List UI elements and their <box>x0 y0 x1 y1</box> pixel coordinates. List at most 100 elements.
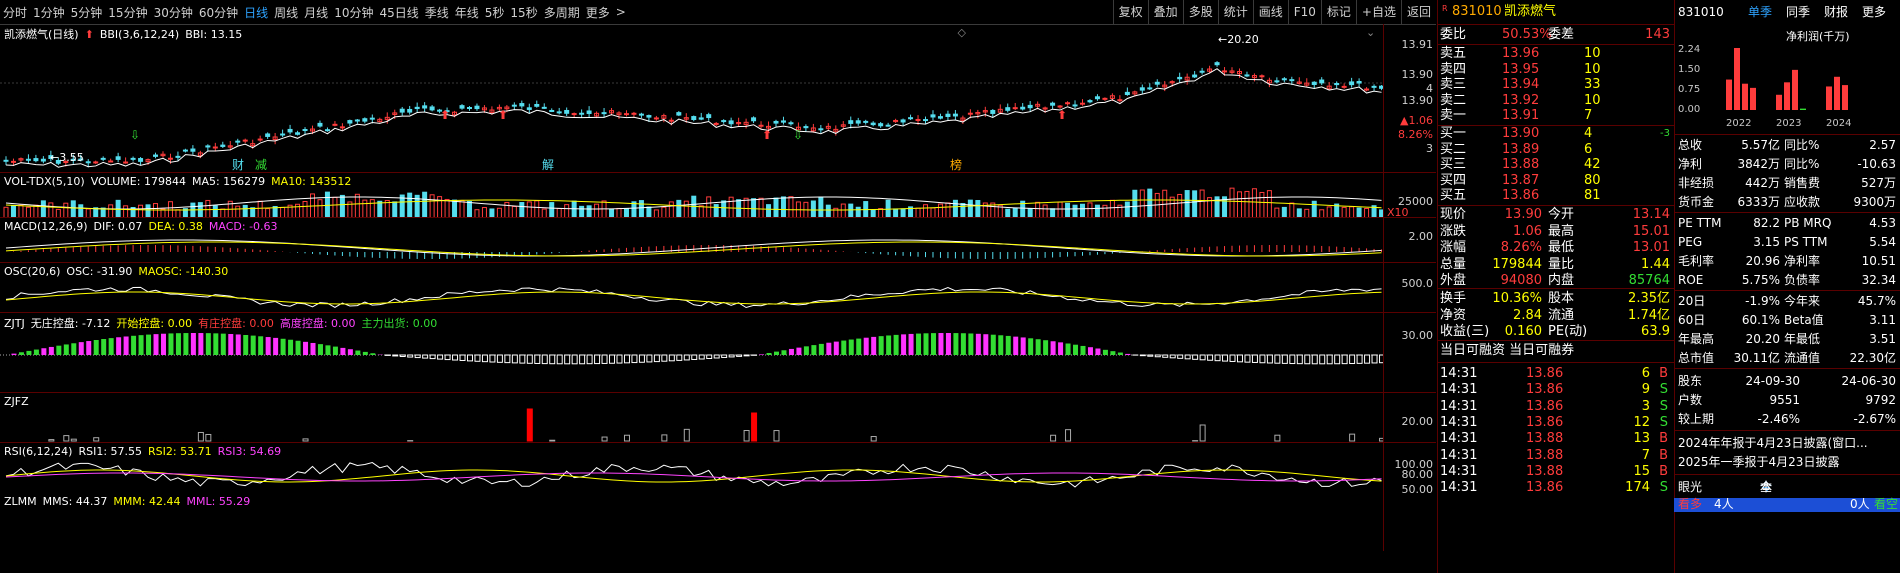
sentiment-row: 看多 4人 0人 看空 <box>1674 496 1900 512</box>
more-arrow-icon[interactable]: > <box>613 5 629 19</box>
timeframe-tab-1[interactable]: 1分钟 <box>30 4 68 21</box>
bid-row-0[interactable]: 买一 13.90 4 -3 <box>1438 126 1674 142</box>
ask-row-4[interactable]: 卖一 13.91 7 <box>1438 108 1674 124</box>
zjtj-bar <box>1080 345 1086 355</box>
timeframe-tab-7[interactable]: 周线 <box>271 4 301 21</box>
price-axis-label-4: ▲1.06 <box>1400 114 1433 127</box>
tool-button-1[interactable]: 叠加 <box>1147 0 1183 24</box>
volume-panel[interactable]: VOL-TDX(5,10) VOLUME: 179844 MA5: 156279 MA… <box>0 172 1436 219</box>
zjtj-g: 高度控盘: 0.00 <box>279 317 356 330</box>
zjtj-bar <box>713 354 720 359</box>
tick-row-3[interactable]: 14:31 13.86 12 S <box>1438 415 1674 431</box>
volume-bar <box>190 202 196 218</box>
timeframe-tab-13[interactable]: 5秒 <box>482 4 508 21</box>
event-tag[interactable]: 财 <box>232 158 244 172</box>
macd-legend: MACD(12,26,9) DIF: 0.07 DEA: 0.38 MACD: -0.… <box>4 220 284 233</box>
tick-row-4[interactable]: 14:31 13.88 13 B <box>1438 431 1674 447</box>
event-tag[interactable]: 减 <box>255 158 267 172</box>
zjtj-bar <box>601 354 608 364</box>
tick-row-7[interactable]: 14:31 13.86 174 S <box>1438 480 1674 496</box>
bid-label: 买五 <box>1440 188 1467 203</box>
ask-row-0[interactable]: 卖五 13.96 10 <box>1438 46 1674 62</box>
fund-axis-label: 1.50 <box>1678 64 1700 75</box>
tool-button-0[interactable]: 复权 <box>1112 0 1148 24</box>
report-note-1[interactable]: 2025年一季报于4月23日披露 <box>1674 453 1900 471</box>
rows2-value-2: 5.54 <box>1869 235 1896 249</box>
timeframe-tab-12[interactable]: 年线 <box>452 4 482 21</box>
tick-row-6[interactable]: 14:31 13.88 15 B <box>1438 464 1674 480</box>
candle <box>1147 87 1153 90</box>
fund-tab-2[interactable]: 财报 <box>1824 3 1848 20</box>
rsi-panel[interactable]: RSI(6,12,24) RSI1: 57.55 RSI2: 53.71 RSI3: … <box>0 442 1436 551</box>
timeframe-tab-10[interactable]: 45日线 <box>376 4 421 21</box>
volume-bar <box>668 201 674 218</box>
timeframe-tab-16[interactable]: 更多 <box>583 4 613 21</box>
zjfz-panel[interactable]: ZJFZ 20.00 <box>0 392 1436 443</box>
zjtj-bar <box>1319 354 1326 365</box>
candlestick-chart[interactable]: ←20.20 ←3.55 ⇩ ⇩ ⬆ ⬆ ⬆ ⬆ 财减 解 榜 <box>0 24 1383 172</box>
report-note-0[interactable]: 2024年年报于4月23日披露(窗口... <box>1674 434 1900 452</box>
zjtj-panel[interactable]: ZJTJ 无庄控盘: -7.12 开始控盘: 0.00 有庄控盘: 0.00 高度控盘:… <box>0 312 1436 393</box>
zjtj-bar <box>63 344 69 355</box>
fund-tab-0[interactable]: 单季 <box>1748 3 1772 20</box>
timeframe-tab-2[interactable]: 5分钟 <box>68 4 106 21</box>
price-chart-panel[interactable]: 凯添燃气(日线) ⬆ BBI(3,6,12,24) BBI: 13.15 ◇ ⌄ ←2… <box>0 24 1436 172</box>
tool-button-5[interactable]: F10 <box>1287 0 1321 24</box>
timeframe-tab-9[interactable]: 10分钟 <box>331 4 376 21</box>
candle <box>459 105 465 109</box>
zjtj-bar <box>781 350 787 355</box>
bid-change: -3 <box>1660 128 1670 139</box>
wb-label: 委比 <box>1440 27 1467 42</box>
candle <box>1311 81 1317 85</box>
zjtj-bar <box>953 333 959 355</box>
event-tag[interactable]: 解 <box>542 158 554 172</box>
tool-button-2[interactable]: 多股 <box>1182 0 1218 24</box>
tool-button-3[interactable]: 统计 <box>1217 0 1253 24</box>
ask-row-2[interactable]: 卖三 13.94 33 <box>1438 77 1674 93</box>
zjtj-bar <box>968 333 974 355</box>
osc-panel[interactable]: OSC(20,6) OSC: -31.90 MAOSC: -140.30 500.0 <box>0 262 1436 313</box>
timeframe-tab-4[interactable]: 30分钟 <box>151 4 196 21</box>
tool-button-6[interactable]: 标记 <box>1320 0 1356 24</box>
timeframe-tab-0[interactable]: 分时 <box>0 4 30 21</box>
stat-value: 94080 <box>1500 273 1542 288</box>
ask-row-3[interactable]: 卖二 13.92 10 <box>1438 93 1674 109</box>
tick-row-1[interactable]: 14:31 13.86 9 S <box>1438 382 1674 398</box>
tick-row-2[interactable]: 14:31 13.86 3 S <box>1438 399 1674 415</box>
bid-row-4[interactable]: 买五 13.86 81 <box>1438 188 1674 204</box>
bid-row-1[interactable]: 买二 13.89 6 <box>1438 142 1674 158</box>
tool-button-4[interactable]: 画线 <box>1252 0 1288 24</box>
candle <box>1050 102 1056 106</box>
zjtj-bar <box>998 335 1004 355</box>
tick-row-5[interactable]: 14:31 13.88 7 B <box>1438 448 1674 464</box>
tick-price: 13.88 <box>1526 447 1564 463</box>
volume-bar <box>444 198 450 218</box>
stat-label-2: 内盘 <box>1548 273 1575 288</box>
zjtj-bar <box>623 354 630 364</box>
profit-bar <box>1826 86 1832 110</box>
timeframe-tab-3[interactable]: 15分钟 <box>105 4 150 21</box>
tick-row-0[interactable]: 14:31 13.86 6 B <box>1438 366 1674 382</box>
fund-tab-1[interactable]: 同季 <box>1786 3 1810 20</box>
timeframe-tab-6[interactable]: 日线 <box>241 4 271 21</box>
zjtj-bar <box>41 348 47 355</box>
timeframe-tab-5[interactable]: 60分钟 <box>196 4 241 21</box>
tool-button-8[interactable]: 返回 <box>1400 0 1436 24</box>
timeframe-tab-15[interactable]: 多周期 <box>541 4 583 21</box>
zjtj-bar <box>1222 354 1229 362</box>
zjtj-bar <box>1356 354 1363 364</box>
zjtj-bar <box>370 353 376 355</box>
tool-button-7[interactable]: +自选 <box>1355 0 1401 24</box>
zjtj-bar <box>1139 354 1146 357</box>
zjtj-bar <box>459 354 466 361</box>
bid-row-2[interactable]: 买三 13.88 42 <box>1438 157 1674 173</box>
fund-tab-3[interactable]: 更多 <box>1862 3 1886 20</box>
ask-row-1[interactable]: 卖四 13.95 10 <box>1438 62 1674 78</box>
timeframe-tab-14[interactable]: 15秒 <box>507 4 540 21</box>
timeframe-tab-8[interactable]: 月线 <box>301 4 331 21</box>
timeframe-tab-11[interactable]: 季线 <box>422 4 452 21</box>
macd-panel[interactable]: MACD(12,26,9) DIF: 0.07 DEA: 0.38 MACD: -0.… <box>0 217 1436 263</box>
zjtj-bar <box>288 339 294 355</box>
event-tag[interactable]: 榜 <box>950 157 962 172</box>
bid-row-3[interactable]: 买四 13.87 80 <box>1438 173 1674 189</box>
